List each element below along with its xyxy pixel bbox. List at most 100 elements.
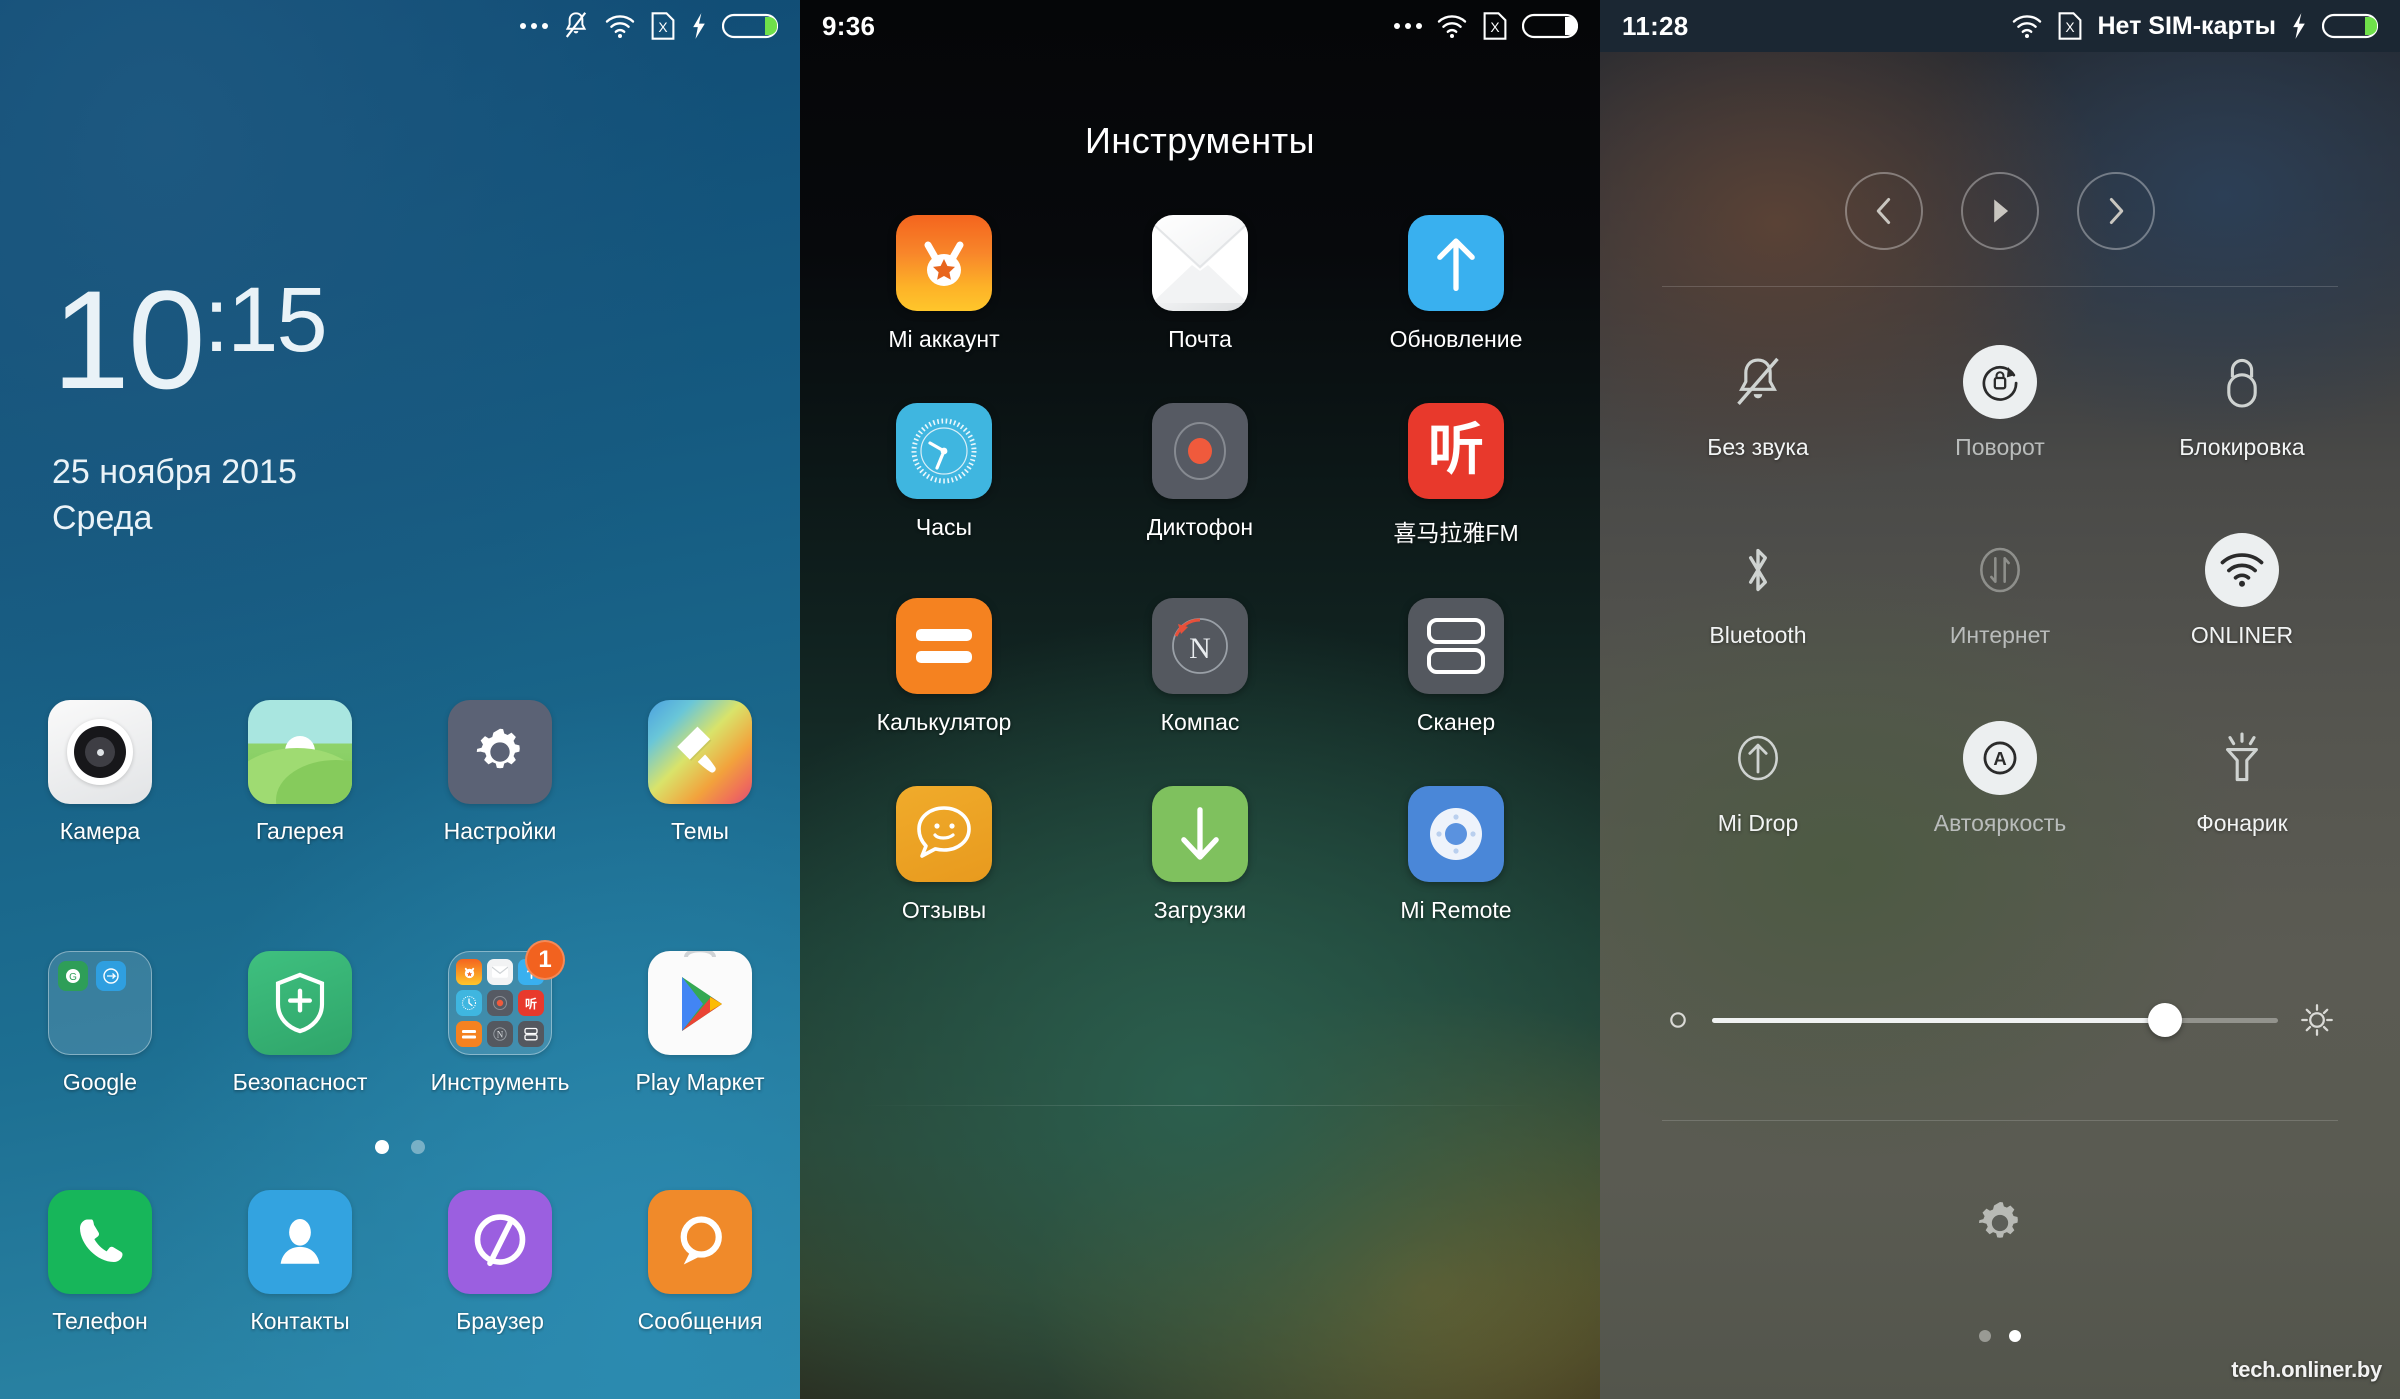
page-dot[interactable] [411,1140,425,1154]
wifi-icon [1436,13,1468,39]
clock-hour: 10 [52,261,206,418]
app-label: Компас [1160,709,1240,735]
ximalaya-fm-icon: 听 [1408,403,1504,499]
toggle-mi-drop[interactable]: Mi Drop [1683,721,1833,837]
folder-status-bar: 9:36 X [800,0,1600,52]
dock-browser[interactable]: Браузер [400,1190,600,1335]
compass-north-icon: N [1152,598,1248,694]
dock-phone[interactable]: Телефон [0,1190,200,1335]
home-status-icons: X [520,11,778,41]
status-time: 11:28 [1622,10,1689,41]
mini-icon: G [58,961,88,991]
no-sim-icon: X [650,11,676,41]
toggle-wifi[interactable]: ONLINER [2167,533,2317,649]
folder-app-downloads[interactable]: Загрузки [1110,786,1290,924]
app-label: Загрузки [1153,897,1247,923]
toggle-mobile-data[interactable]: Интернет [1925,533,2075,649]
folder-app-recorder[interactable]: Диктофон [1110,403,1290,548]
browser-icon [448,1190,552,1294]
folder-app-clock[interactable]: Часы [854,403,1034,548]
folder-app-mail[interactable]: Почта [1110,215,1290,353]
bluetooth-icon [1721,533,1795,607]
app-label: Play Маркет [635,1069,765,1095]
wifi-icon [2011,13,2043,39]
feedback-smile-icon [896,786,992,882]
voice-recorder-icon [1152,403,1248,499]
folder-google[interactable]: G Google [0,951,200,1096]
toggle-lock[interactable]: Блокировка [2167,345,2317,461]
battery-icon [722,12,778,40]
more-dots-icon [1394,23,1422,29]
auto-brightness-icon: A [1963,721,2037,795]
play-store-icon [648,951,752,1055]
toggle-auto-brightness[interactable]: A Автояркость [1925,721,2075,837]
folder-row-4: Отзывы Загрузки Mi Remote [800,786,1600,924]
folder-row-3: Калькулятор N Компас Сканер [800,598,1600,736]
chevron-right-icon [2103,196,2129,226]
mini-icon [456,990,482,1016]
google-folder-icon: G [48,951,152,1055]
mini-icon: N [487,1021,513,1047]
folder-tools[interactable]: 听 N 1 Инструменть [400,940,600,1096]
app-play-store[interactable]: Play Маркет [600,951,800,1096]
brightness-slider[interactable] [1666,1003,2334,1037]
svg-text:X: X [2066,19,2075,35]
cc-toggle-row-1: Без звука Поворот Блокировка [1600,345,2400,461]
folder-app-mi-account[interactable]: Mi аккаунт [854,215,1034,353]
phone-icon [48,1190,152,1294]
no-sim-icon: X [1482,11,1508,41]
toggle-rotation[interactable]: Поворот [1925,345,2075,461]
brightness-track[interactable] [1712,1003,2278,1037]
folder-app-mi-remote[interactable]: Mi Remote [1366,786,1546,924]
folder-app-calculator[interactable]: Калькулятор [854,598,1034,736]
cc-divider-top [1662,286,2338,287]
folder-app-compass[interactable]: N Компас [1110,598,1290,736]
folder-app-scanner[interactable]: Сканер [1366,598,1546,736]
folder-app-update[interactable]: Обновление [1366,215,1546,353]
clock-minute: :15 [203,269,328,371]
app-label: Mi Remote [1400,897,1512,923]
tools-folder-icon: 听 N 1 [448,940,565,1055]
app-settings[interactable]: Настройки [400,700,600,845]
toggle-label: Без звука [1707,434,1809,460]
charging-bolt-icon [2290,12,2308,40]
brightness-knob[interactable] [2147,1003,2182,1037]
no-sim-icon: X [2057,11,2083,41]
toggle-bluetooth[interactable]: Bluetooth [1683,533,1833,649]
screenshot-root: X 10:15 25 ноября 2015 Среда Камера Гале… [0,0,2400,1399]
svg-text:X: X [658,19,667,35]
app-label: Галерея [255,818,345,844]
mini-icon [487,959,513,985]
page-dot[interactable] [2009,1330,2021,1342]
page-dot[interactable] [1979,1330,1991,1342]
dock-contacts[interactable]: Контакты [200,1190,400,1335]
app-label: Телефон [52,1308,148,1334]
sim-status-text: Нет SIM-карты [2097,11,2276,40]
app-themes[interactable]: Темы [600,700,800,845]
settings-gear-icon [448,700,552,804]
folder-app-feedback[interactable]: Отзывы [854,786,1034,924]
folder-app-ximalaya[interactable]: 听 喜马拉雅FM [1366,403,1546,548]
silent-bell-icon [562,11,590,41]
toggle-silent[interactable]: Без звука [1683,345,1833,461]
page-dot[interactable] [375,1140,389,1154]
security-shield-icon [248,951,352,1055]
mini-icon [487,990,513,1016]
previous-track-button[interactable] [1845,172,1923,250]
app-security[interactable]: Безопасност [200,951,400,1096]
lockscreen-clock: 10:15 [52,269,328,410]
home-app-grid: Камера Галерея Настройки Темы G Google Б… [0,700,800,1096]
mini-icon [456,1021,482,1047]
status-time: 9:36 [822,10,876,41]
folder-panel: 9:36 X Инструменты Mi аккаунт Почта Обно… [800,0,1600,1399]
dock-messages[interactable]: Сообщения [600,1190,800,1335]
play-button[interactable] [1961,172,2039,250]
app-gallery[interactable]: Галерея [200,700,400,845]
cc-settings-button[interactable] [1600,1195,2400,1251]
next-track-button[interactable] [2077,172,2155,250]
toggle-flashlight[interactable]: Фонарик [2167,721,2317,837]
app-camera[interactable]: Камера [0,700,200,845]
cc-toggle-row-3: Mi Drop A Автояркость Фонарик [1600,721,2400,837]
flashlight-icon [2205,721,2279,795]
mi-drop-icon [1721,721,1795,795]
